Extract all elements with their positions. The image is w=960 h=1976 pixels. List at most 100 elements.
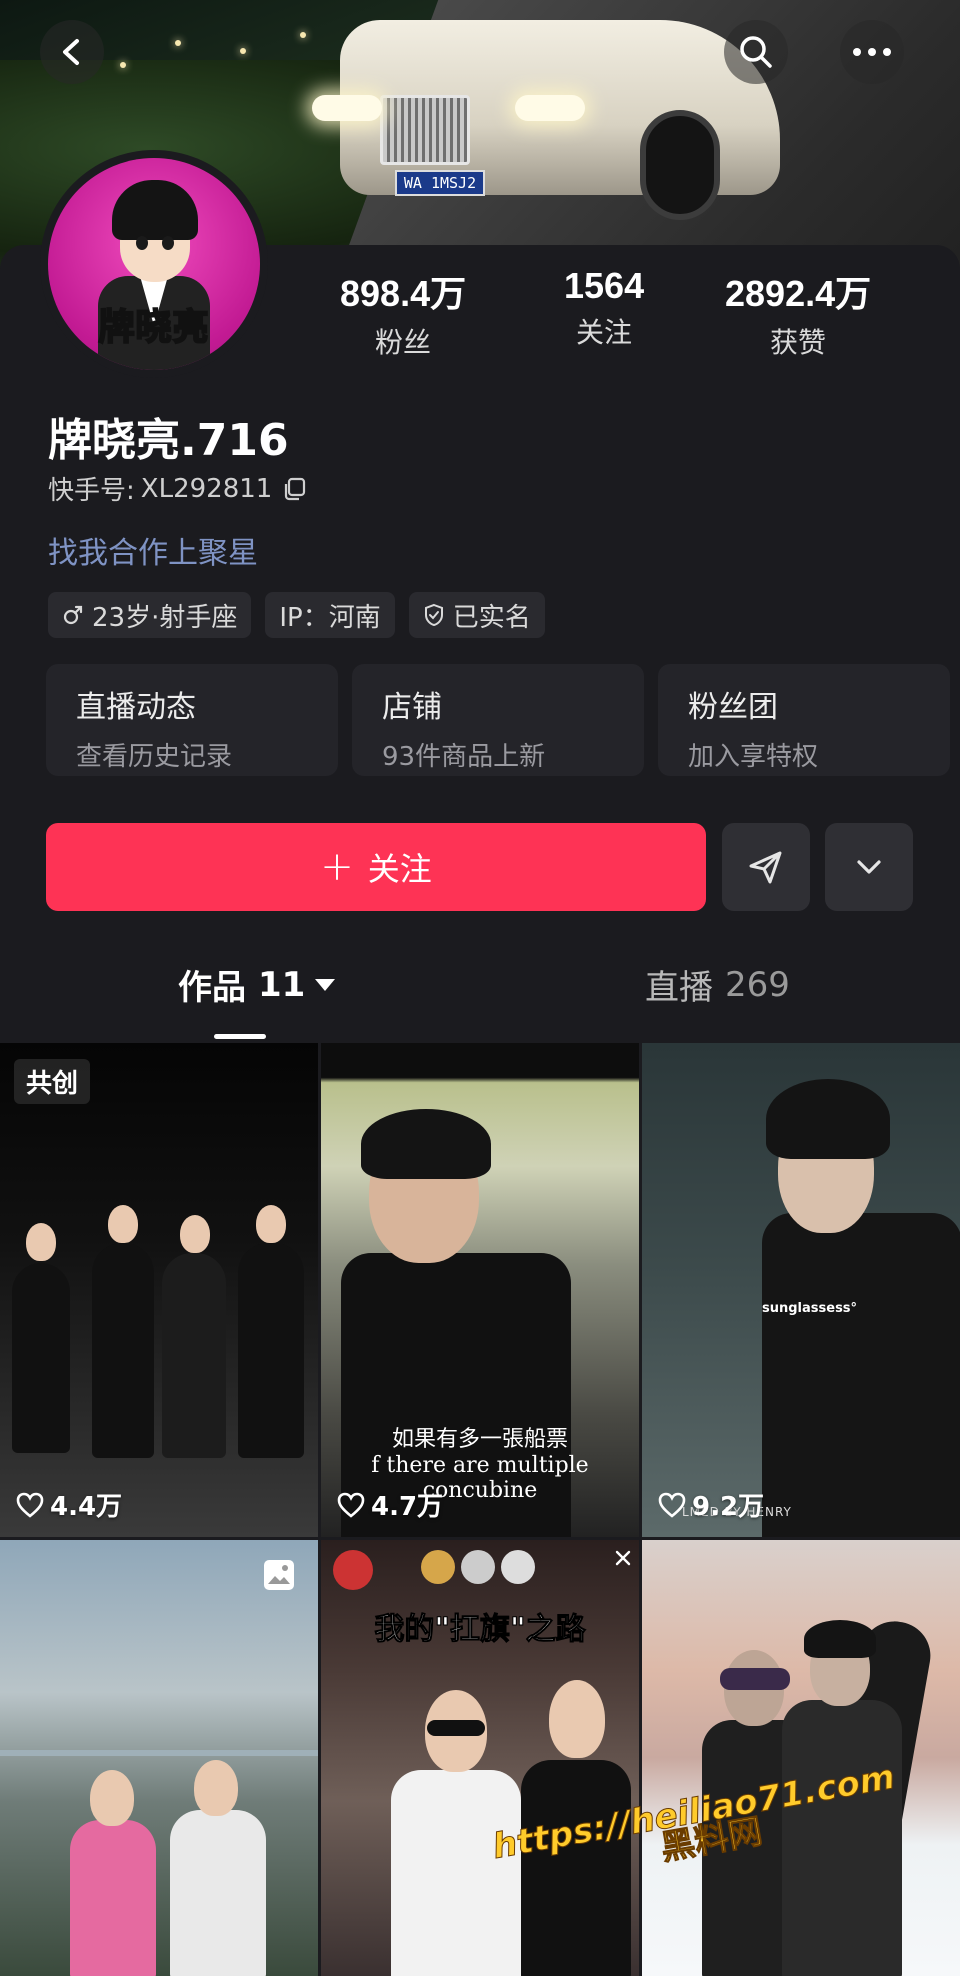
bio-link[interactable]: 找我合作上聚星 xyxy=(48,528,258,572)
caret-down-icon xyxy=(315,978,336,991)
heart-icon xyxy=(337,1492,365,1518)
cover-light xyxy=(240,48,246,54)
avatar-image: 牌晓亮 xyxy=(48,158,260,370)
figure-hair xyxy=(361,1109,491,1179)
plus-icon: + xyxy=(320,844,354,890)
nickname: 牌晓亮.716 xyxy=(48,415,289,466)
avatar-hair xyxy=(112,180,198,240)
shield-check-icon xyxy=(424,603,443,627)
car-wheel xyxy=(640,110,720,220)
avatar-eye xyxy=(136,236,148,250)
figure-body xyxy=(762,1213,960,1537)
car-grille xyxy=(380,95,470,165)
entry-title: 直播动态 xyxy=(76,690,196,725)
stat-label: 粉丝 xyxy=(375,326,432,359)
figure-body xyxy=(391,1770,521,1976)
feature-entries: 直播动态 查看历史记录 店铺 93件商品上新 粉丝团 加入享特权 xyxy=(46,664,950,776)
tab-live[interactable]: 直播 269 xyxy=(645,960,790,1009)
tag-verified[interactable]: 已实名 xyxy=(408,592,545,638)
heart-icon xyxy=(658,1492,686,1518)
male-icon xyxy=(63,605,83,625)
send-icon xyxy=(749,851,782,884)
follow-button[interactable]: + 关注 xyxy=(46,823,706,911)
entry-subtitle: 查看历史记录 xyxy=(76,742,233,772)
share-button[interactable] xyxy=(722,823,810,911)
like-count: 9.2万 xyxy=(658,1486,764,1523)
expand-button[interactable] xyxy=(825,823,913,911)
viewer-avatar xyxy=(461,1550,495,1584)
tag-age: 23岁·射手座 xyxy=(48,592,252,638)
figure-body xyxy=(238,1243,304,1458)
stat-value: 1564 xyxy=(564,265,645,306)
entry-live-history[interactable]: 直播动态 查看历史记录 xyxy=(46,664,338,776)
tag-ip-text: IP：河南 xyxy=(279,602,381,633)
subtitle-cn: 如果有多一張船票 xyxy=(391,1427,568,1452)
close-icon xyxy=(615,1550,631,1566)
like-count: 4.4万 xyxy=(16,1486,122,1523)
car-plate: WA 1MSJ2 xyxy=(395,170,485,196)
stat-label: 关注 xyxy=(576,316,633,349)
entry-shop[interactable]: 店铺 93件商品上新 xyxy=(352,664,644,776)
tag-verified-text: 已实名 xyxy=(452,602,531,633)
cover-light xyxy=(300,32,306,38)
content-tabs: 作品 11 直播 269 xyxy=(0,960,960,1040)
figure-head xyxy=(108,1205,138,1243)
more-button[interactable] xyxy=(840,20,904,84)
tab-works-label: 作品 xyxy=(178,968,246,1008)
like-count-text: 4.7万 xyxy=(371,1492,444,1522)
viewer-avatar xyxy=(501,1550,535,1584)
figure-body xyxy=(92,1243,154,1458)
cover-light xyxy=(175,40,181,46)
stat-fans[interactable]: 898.4万 粉丝 xyxy=(340,265,466,361)
video-tile[interactable]: 共创 4.4万 xyxy=(0,1043,318,1537)
copy-icon[interactable] xyxy=(282,476,308,502)
goggles xyxy=(720,1668,790,1690)
avatar-text: 牌晓亮 xyxy=(97,306,210,349)
figure-body xyxy=(162,1253,226,1458)
overlay-text: sunglassess° xyxy=(762,1301,858,1316)
like-count-text: 9.2万 xyxy=(692,1492,765,1522)
entry-title: 粉丝团 xyxy=(688,690,778,725)
tag-age-text: 23岁·射手座 xyxy=(92,602,238,633)
cover-light xyxy=(120,62,126,68)
kuaishou-id: XL292811 xyxy=(140,473,273,504)
figure-hair xyxy=(766,1079,890,1159)
sunglasses xyxy=(427,1720,485,1736)
video-tile[interactable]: 我的"扛旗"之路 xyxy=(321,1540,639,1976)
works-grid: 共创 4.4万 如果有多一張船票 f there are multiple co… xyxy=(0,1043,960,1976)
back-icon xyxy=(63,39,79,65)
video-tile[interactable]: sunglassess° LMED BY HENRY 9.2万 xyxy=(642,1043,960,1537)
chevron-down-icon xyxy=(857,860,881,874)
heart-icon xyxy=(16,1492,44,1518)
stat-label: 获赞 xyxy=(770,326,827,359)
more-icon xyxy=(853,48,891,56)
entry-fan-group[interactable]: 粉丝团 加入享特权 xyxy=(658,664,950,776)
tab-active-indicator xyxy=(214,1034,266,1039)
figure-cap xyxy=(804,1620,876,1658)
tab-works[interactable]: 作品 11 xyxy=(178,960,336,1009)
video-tile[interactable] xyxy=(0,1540,318,1976)
figure-head xyxy=(180,1215,210,1253)
kuaishou-id-row: 快手号: XL292811 xyxy=(48,470,308,507)
figure-body xyxy=(170,1810,266,1976)
railing xyxy=(0,1750,318,1756)
video-tile[interactable]: 如果有多一張船票 f there are multiple concubine … xyxy=(321,1043,639,1537)
stat-likes[interactable]: 2892.4万 获赞 xyxy=(725,265,871,361)
tab-works-count: 11 xyxy=(258,964,306,1005)
entry-subtitle: 93件商品上新 xyxy=(382,742,546,772)
co-create-badge: 共创 xyxy=(14,1059,91,1104)
stat-value: 898.4万 xyxy=(340,273,467,314)
profile-tags: 23岁·射手座 IP：河南 已实名 xyxy=(48,592,545,638)
entry-title: 店铺 xyxy=(382,690,442,725)
back-button[interactable] xyxy=(40,20,104,84)
video-tile[interactable] xyxy=(642,1540,960,1976)
figure-body xyxy=(12,1263,70,1453)
figure-head xyxy=(26,1223,56,1261)
tab-live-count: 269 xyxy=(725,964,790,1005)
avatar[interactable]: 牌晓亮 xyxy=(40,150,268,378)
host-avatar xyxy=(333,1550,373,1590)
search-button[interactable] xyxy=(724,20,788,84)
stat-following[interactable]: 1564 关注 xyxy=(564,265,644,351)
figure-head xyxy=(194,1760,238,1816)
figure-head xyxy=(256,1205,286,1243)
